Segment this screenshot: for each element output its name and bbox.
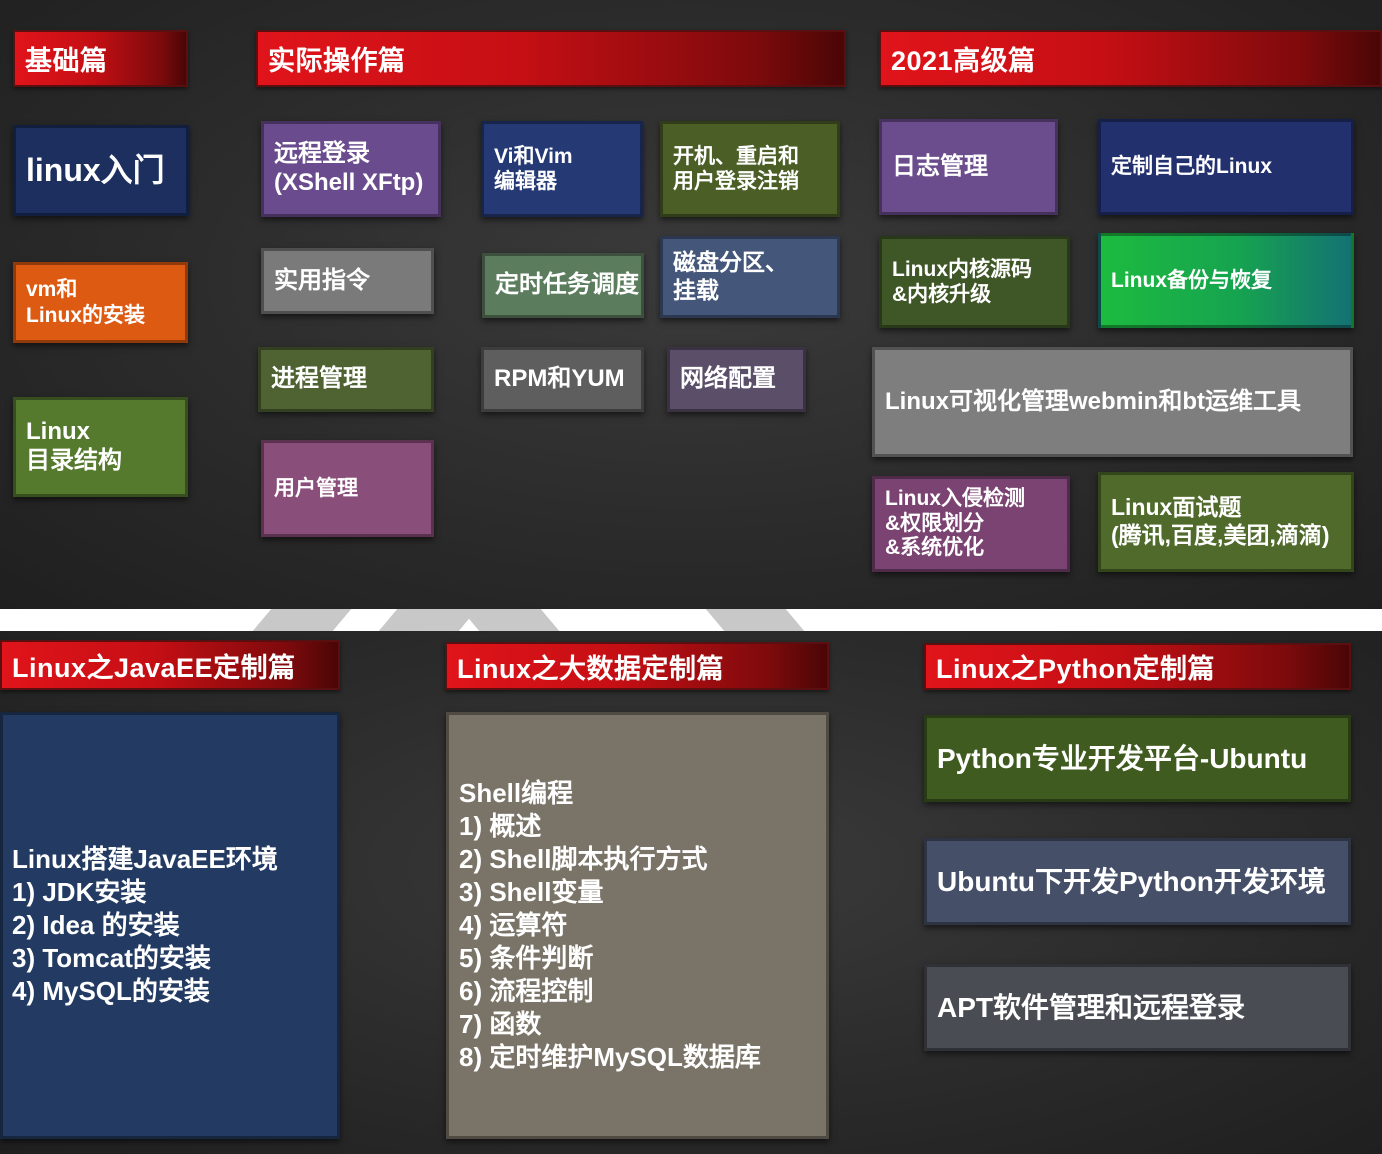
box-cron: 定时任务调度 (482, 253, 644, 318)
box-python-dev-env: Ubuntu下开发Python开发环境 (924, 838, 1351, 925)
header-python: Linux之Python定制篇 (924, 643, 1351, 690)
javaee-list-item: 1) JDK安装 (12, 877, 147, 907)
box-custom-linux: 定制自己的Linux (1098, 119, 1354, 215)
bigdata-list-item: 4) 运算符 (459, 910, 568, 940)
javaee-list-item: 3) Tomcat的安装 (12, 943, 211, 973)
header-basic: 基础篇 (13, 30, 188, 87)
javaee-list: Linux搭建JavaEE环境 1) JDK安装 2) Idea 的安装 3) Tom… (0, 712, 340, 1139)
box-intrusion: Linux入侵检测 &权限划分 &系统优化 (872, 476, 1070, 572)
top-panel: 基础篇 实际操作篇 2021高级篇 linux入门 vm和 Linux的安装 L… (0, 0, 1382, 609)
bigdata-list-item: 5) 条件判断 (459, 943, 594, 973)
panel-divider (0, 609, 1382, 631)
box-network: 网络配置 (667, 347, 806, 412)
box-process: 进程管理 (258, 347, 434, 412)
box-linux-intro: linux入门 (13, 125, 189, 216)
header-bigdata: Linux之大数据定制篇 (445, 642, 829, 690)
box-boot-login: 开机、重启和 用户登录注销 (660, 121, 840, 217)
box-kernel: Linux内核源码 &内核升级 (879, 236, 1070, 328)
bigdata-list-item: 1) 概述 (459, 811, 542, 841)
javaee-list-item: Linux搭建JavaEE环境 (12, 844, 278, 874)
bigdata-list-item: 2) Shell脚本执行方式 (459, 844, 708, 874)
box-rpm-yum: RPM和YUM (481, 347, 644, 412)
box-interview: Linux面试题 (腾讯,百度,美团,滴滴) (1098, 472, 1354, 572)
box-user-mgmt: 用户管理 (261, 440, 434, 537)
box-remote-login: 远程登录 (XShell XFtp) (261, 121, 441, 217)
bigdata-list-item: 7) 函数 (459, 1009, 542, 1039)
bigdata-list-item: 6) 流程控制 (459, 976, 594, 1006)
box-apt: APT软件管理和远程登录 (924, 964, 1351, 1051)
bigdata-list-item: 3) Shell变量 (459, 877, 604, 907)
box-vm-install: vm和 Linux的安装 (13, 262, 188, 343)
box-webmin: Linux可视化管理webmin和bt运维工具 (872, 347, 1353, 457)
box-disk: 磁盘分区、 挂载 (660, 236, 840, 318)
box-dir-structure: Linux 目录结构 (13, 397, 188, 497)
bigdata-list-item: Shell编程 (459, 778, 574, 808)
header-advanced: 2021高级篇 (879, 30, 1382, 87)
header-practical: 实际操作篇 (256, 30, 846, 87)
header-javaee: Linux之JavaEE定制篇 (0, 640, 340, 690)
box-backup: Linux备份与恢复 (1098, 233, 1354, 328)
box-log-mgmt: 日志管理 (879, 119, 1058, 215)
bigdata-list-item: 8) 定时维护MySQL数据库 (459, 1042, 761, 1072)
javaee-list-item: 2) Idea 的安装 (12, 910, 180, 940)
box-python-ubuntu: Python专业开发平台-Ubuntu (924, 715, 1351, 802)
bottom-panel: Linux之JavaEE定制篇 Linux之大数据定制篇 Linux之Pytho… (0, 631, 1382, 1154)
javaee-list-item: 4) MySQL的安装 (12, 976, 210, 1006)
bigdata-list: Shell编程 1) 概述 2) Shell脚本执行方式 3) Shell变量 4) 运… (446, 712, 829, 1139)
box-vi-vim: Vi和Vim 编辑器 (481, 121, 643, 217)
box-useful-cmds: 实用指令 (261, 248, 434, 314)
